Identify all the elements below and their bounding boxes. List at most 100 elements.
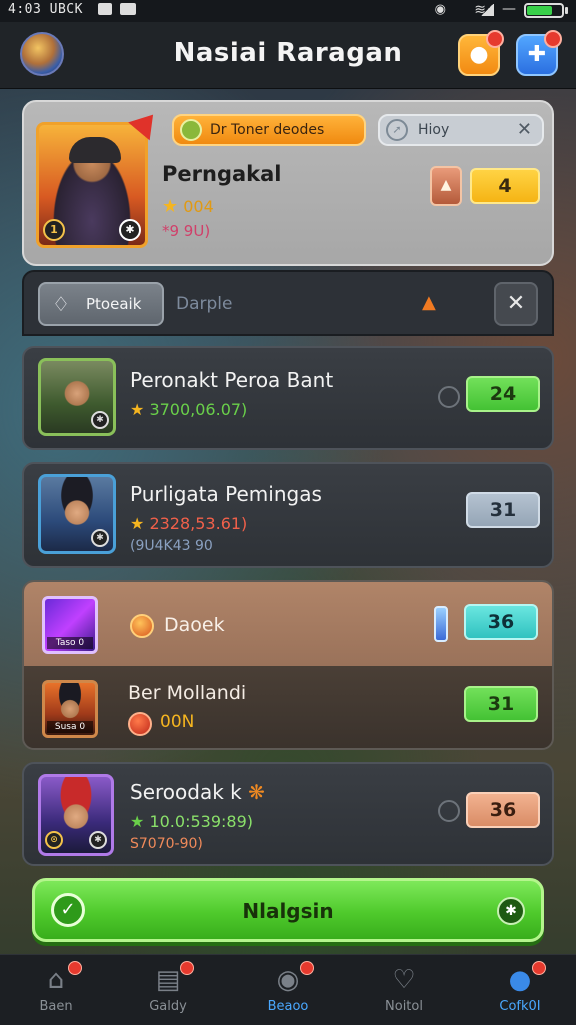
gear-icon: ✱: [91, 529, 109, 547]
portrait-caption: Taso 0: [47, 637, 93, 649]
tab-label: Cofk0I: [499, 999, 541, 1014]
info-icon[interactable]: [438, 386, 460, 408]
hero-sub: (9U4K43 90: [130, 538, 213, 554]
hero-portrait: ✱: [38, 358, 116, 436]
hero-portrait: ✱: [38, 474, 116, 554]
rank-icon: ▲: [430, 166, 462, 206]
heart-icon: ♡: [392, 965, 416, 995]
star-icon: ★: [130, 400, 145, 419]
tab-label: Galdy: [149, 999, 187, 1014]
signal-icon: [480, 4, 494, 16]
hero-name: Perngakal: [162, 162, 282, 186]
hero-name: Purligata Pemingas: [130, 482, 322, 506]
star-icon: ★: [130, 514, 145, 533]
level-icon: ⊙: [45, 831, 63, 849]
gear-icon: ✱: [91, 411, 109, 429]
search-chip[interactable]: ➚ Hioy ✕: [378, 114, 544, 146]
power-badge[interactable]: 24: [466, 376, 540, 412]
list-item[interactable]: ✱ Peronakt Peroa Bant ★ 3700,06.07) 24: [22, 346, 554, 450]
notification-dot: [300, 961, 314, 975]
notification-dot: [486, 30, 504, 48]
hero-stat-value: 004: [183, 197, 214, 216]
hero-stat-value: 2328,53.61): [149, 514, 248, 533]
hero-stat: ★ 10.0:539:89): [130, 812, 253, 831]
power-badge[interactable]: 36: [464, 604, 538, 640]
notification-dot: [544, 30, 562, 48]
tab-active[interactable]: ♢ Ptoeaik: [38, 282, 164, 326]
tab-favorites[interactable]: ♡ Noitol: [356, 955, 452, 1025]
tab-label: Beaoo: [267, 999, 309, 1014]
hero-name-text: Seroodak k: [130, 780, 242, 804]
location-icon: ◉: [434, 2, 446, 17]
tab-label: Noitol: [385, 999, 423, 1014]
featured-hero-card[interactable]: 1 ✱ Dr Toner deodes ➚ Hioy ✕ Perngakal ★…: [22, 100, 554, 266]
coin-icon: [130, 614, 154, 638]
app-header: Nasiai Raragan ● ✚: [0, 22, 576, 89]
weapon-portrait: Taso 0: [42, 596, 98, 654]
battery-icon: [524, 3, 564, 18]
flame-icon: ▲: [422, 292, 436, 313]
hero-hat: [69, 137, 121, 163]
power-badge[interactable]: 31: [464, 686, 538, 722]
group-row-top[interactable]: Taso 0 Daoek 36: [24, 582, 552, 666]
gear-icon: ✱: [89, 831, 107, 849]
filter-bar: ♢ Ptoeaik Darple ▲ ✕: [22, 270, 554, 336]
primary-action-label: Nlalgsin: [242, 899, 334, 923]
hero-name: Daoek: [164, 614, 225, 636]
hero-sub: S7070-90): [130, 836, 203, 852]
tab-label: Baen: [39, 999, 73, 1014]
hero-stat-value: 00N: [160, 712, 195, 732]
hero-stat: ★ 2328,53.61): [130, 514, 247, 533]
filter-chip-label: Dr Toner deodes: [210, 122, 325, 138]
hero-portrait: ⊙ ✱: [38, 774, 114, 856]
tools-button[interactable]: ✚: [516, 30, 562, 76]
crystal-icon: [434, 606, 448, 642]
tab-inactive[interactable]: Darple: [176, 294, 232, 314]
tab-inbox[interactable]: ▤ Galdy: [120, 955, 216, 1025]
status-time: 4:03 UBCK: [8, 2, 83, 17]
close-icon[interactable]: ✕: [517, 116, 532, 144]
tab-active-label: Ptoeaik: [86, 295, 142, 313]
list-item[interactable]: ⊙ ✱ Seroodak k ❋ ★ 10.0:539:89) S7070-90…: [22, 762, 554, 866]
hero-name: Seroodak k ❋: [130, 780, 265, 804]
gear-icon: ✱: [119, 219, 141, 241]
hero-portrait: Susa 0: [42, 680, 98, 738]
info-icon[interactable]: [438, 800, 460, 822]
hero-stat: ★ 3700,06.07): [130, 400, 247, 419]
tab-battle[interactable]: ◉ Beaoo: [240, 955, 336, 1025]
status-bar: 4:03 UBCK ◉ ≋ —: [0, 0, 576, 22]
hero-stat-value: 3700,06.07): [149, 400, 248, 419]
battery-cap: [565, 7, 568, 14]
search-chip-label: Hioy: [418, 122, 450, 138]
power-badge[interactable]: 31: [466, 492, 540, 528]
notifications-button[interactable]: ●: [458, 30, 504, 76]
filter-chip[interactable]: Dr Toner deodes: [172, 114, 366, 146]
media-icon: [120, 3, 136, 15]
settings-icon: ✱: [497, 897, 525, 925]
shield-icon: ♢: [52, 292, 70, 316]
tab-profile[interactable]: ● Cofk0I: [472, 955, 568, 1025]
highlighted-group: Taso 0 Daoek 36 Susa 0 Ber Mollandi 00N …: [22, 580, 554, 750]
tab-home[interactable]: ⌂ Baen: [8, 955, 104, 1025]
close-button[interactable]: ✕: [494, 282, 538, 326]
power-badge[interactable]: 36: [466, 792, 540, 828]
star-icon: ★: [162, 196, 179, 217]
star-icon: ★: [130, 812, 145, 831]
gem-icon: [128, 712, 152, 736]
group-row-bottom[interactable]: Susa 0 Ber Mollandi 00N 31: [24, 666, 552, 748]
portrait-caption: Susa 0: [47, 721, 93, 733]
list-item[interactable]: ✱ Purligata Pemingas ★ 2328,53.61) (9U4K…: [22, 462, 554, 568]
compass-icon: ➚: [386, 119, 408, 141]
leaf-icon: [180, 119, 202, 141]
rank-value-badge[interactable]: 4: [470, 168, 540, 204]
bottom-tab-bar: ⌂ Baen ▤ Galdy ◉ Beaoo ♡ Noitol ● Cofk0I: [0, 954, 576, 1025]
level-badge: 1: [43, 219, 65, 241]
notification-dot: [180, 961, 194, 975]
hero-portrait: 1 ✱: [36, 122, 148, 248]
flame-icon: ❋: [248, 780, 265, 804]
hero-stat: ★ 004: [162, 196, 214, 217]
primary-action-button[interactable]: ✓ Nlalgsin ✱: [32, 878, 544, 942]
notification-dot: [68, 961, 82, 975]
hero-sub: *9 9U): [162, 222, 211, 240]
notification-dot: [532, 961, 546, 975]
